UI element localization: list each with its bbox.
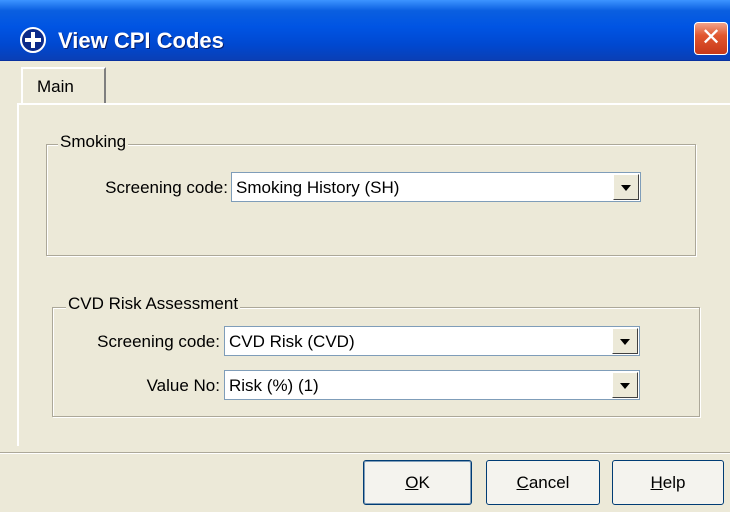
chevron-down-icon[interactable] [612,372,638,398]
help-label-rest: elp [662,473,686,492]
chevron-down-icon[interactable] [612,328,638,354]
help-button[interactable]: Help [612,460,724,505]
cvd-value-value: Risk (%) (1) [229,376,319,395]
close-button[interactable]: ✕ [694,22,728,55]
bottom-separator [0,452,730,454]
cvd-screening-label: Screening code: [97,332,220,351]
ok-label-rest: K [418,473,430,492]
chevron-down-icon[interactable] [613,174,639,200]
cvd-screening-value: CVD Risk (CVD) [229,332,355,351]
cvd-group [52,307,700,417]
cvd-screening-select[interactable]: CVD Risk (CVD) [224,326,640,356]
cvd-value-label: Value No: [146,376,220,395]
ok-button[interactable]: OK [363,460,472,505]
cancel-mnemonic: C [516,473,529,492]
tab-main-label: Main [37,77,74,96]
smoking-screening-value: Smoking History (SH) [236,178,400,197]
tab-main[interactable]: Main [21,67,106,104]
cancel-label-rest: ancel [528,473,570,492]
window-title: View CPI Codes [58,28,224,53]
app-plus-circle-icon [20,27,46,53]
ok-mnemonic: O [405,473,419,492]
cancel-button[interactable]: Cancel [486,460,600,505]
help-mnemonic: H [650,473,663,492]
smoking-screening-select[interactable]: Smoking History (SH) [231,172,641,202]
title-bar[interactable]: View CPI Codes ✕ [0,0,730,61]
smoking-group-label: Smoking [58,132,129,152]
smoking-screening-label: Screening code: [105,178,228,197]
close-icon: ✕ [700,24,722,51]
cvd-value-select[interactable]: Risk (%) (1) [224,370,640,400]
cvd-group-label: CVD Risk Assessment [66,294,241,314]
